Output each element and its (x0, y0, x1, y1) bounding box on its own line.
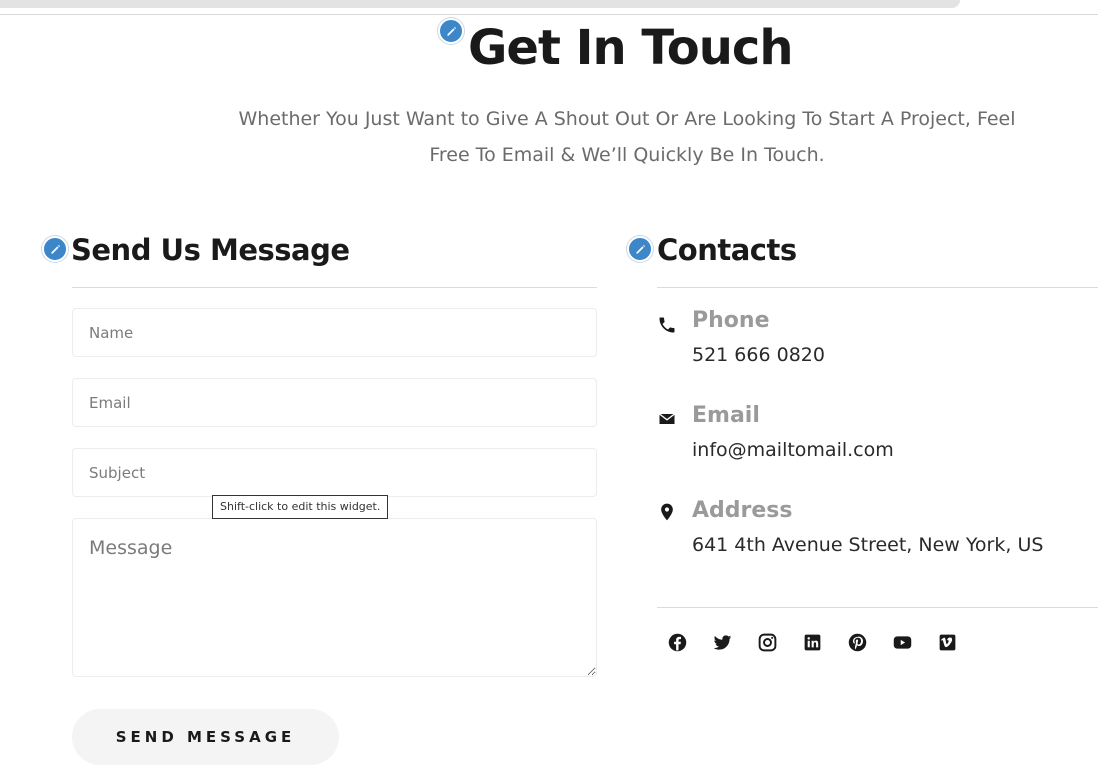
edit-widget-icon[interactable] (438, 18, 464, 44)
send-message-button[interactable]: SEND MESSAGE (72, 709, 339, 765)
twitter-icon[interactable] (711, 631, 733, 653)
social-divider (657, 607, 1098, 608)
form-divider (72, 287, 597, 288)
instagram-icon[interactable] (756, 631, 778, 653)
contact-address: Address 641 4th Avenue Street, New York,… (656, 498, 1096, 568)
contact-label: Phone (692, 308, 770, 333)
contact-label: Address (692, 498, 793, 523)
phone-icon (656, 314, 678, 336)
social-links (666, 631, 958, 653)
youtube-icon[interactable] (891, 631, 913, 653)
contact-label: Email (692, 403, 760, 428)
intro-line-2: Free To Email & We’ll Quickly Be In Touc… (429, 144, 825, 166)
pinterest-icon[interactable] (846, 631, 868, 653)
vimeo-icon[interactable] (936, 631, 958, 653)
edit-widget-icon[interactable] (42, 236, 68, 262)
contacts-divider (657, 287, 1098, 288)
edit-widget-icon[interactable] (627, 236, 653, 262)
message-field[interactable] (72, 518, 597, 677)
facebook-icon[interactable] (666, 631, 688, 653)
page-scrollbar[interactable] (0, 0, 960, 8)
contacts-title: Contacts (657, 233, 797, 267)
intro-text: Whether You Just Want to Give A Shout Ou… (214, 101, 1040, 173)
subject-field[interactable] (72, 448, 597, 497)
contact-value: 641 4th Avenue Street, New York, US (692, 534, 1044, 556)
contact-value: 521 666 0820 (692, 344, 825, 366)
contact-email: Email info@mailtomail.com (656, 403, 1096, 473)
email-field[interactable] (72, 378, 597, 427)
contact-phone: Phone 521 666 0820 (656, 308, 1096, 378)
top-divider (0, 14, 1098, 15)
intro-line-1: Whether You Just Want to Give A Shout Ou… (238, 108, 1016, 130)
linkedin-icon[interactable] (801, 631, 823, 653)
map-pin-icon (656, 501, 678, 523)
form-title: Send Us Message (71, 233, 350, 267)
contact-value: info@mailtomail.com (692, 439, 894, 461)
envelope-icon (656, 408, 678, 430)
edit-tooltip: Shift-click to edit this widget. (212, 495, 389, 519)
name-field[interactable] (72, 308, 597, 357)
page-title: Get In Touch (468, 20, 793, 76)
